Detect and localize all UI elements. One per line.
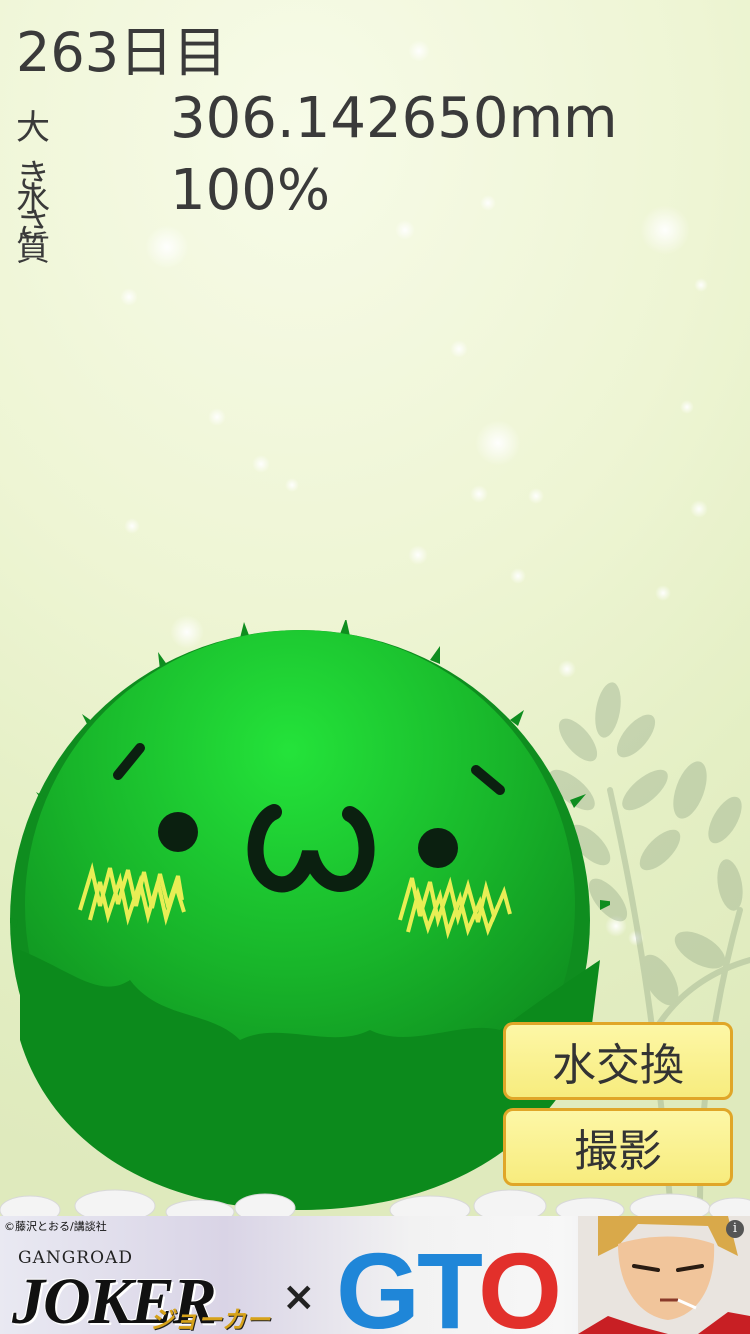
ad-joker-kana: ジョーカー xyxy=(150,1306,270,1334)
photo-button[interactable]: 撮影 xyxy=(503,1108,733,1186)
ad-gto-logo: GTO xyxy=(336,1228,562,1334)
pebbles-floor xyxy=(0,1189,750,1220)
ad-gto-o: O xyxy=(478,1230,562,1334)
water-change-button[interactable]: 水交換 xyxy=(503,1022,733,1100)
ad-character-illustration xyxy=(578,1216,750,1334)
ad-gto-t: T xyxy=(417,1230,481,1334)
day-counter: 263日目 xyxy=(16,21,228,84)
ad-info-icon[interactable]: i xyxy=(726,1220,744,1238)
ad-cross: × xyxy=(282,1274,316,1320)
ad-banner[interactable]: ©藤沢とおる/講談社 GANGROAD JOKER ジョーカー × GTO i xyxy=(0,1216,750,1334)
size-value: 306.142650mm xyxy=(170,86,618,151)
ad-gto-g: G xyxy=(336,1230,420,1334)
ad-copyright: ©藤沢とおる/講談社 xyxy=(4,1220,107,1233)
water-quality-value: 100% xyxy=(170,158,331,223)
water-quality-label: 水質 xyxy=(16,180,50,269)
